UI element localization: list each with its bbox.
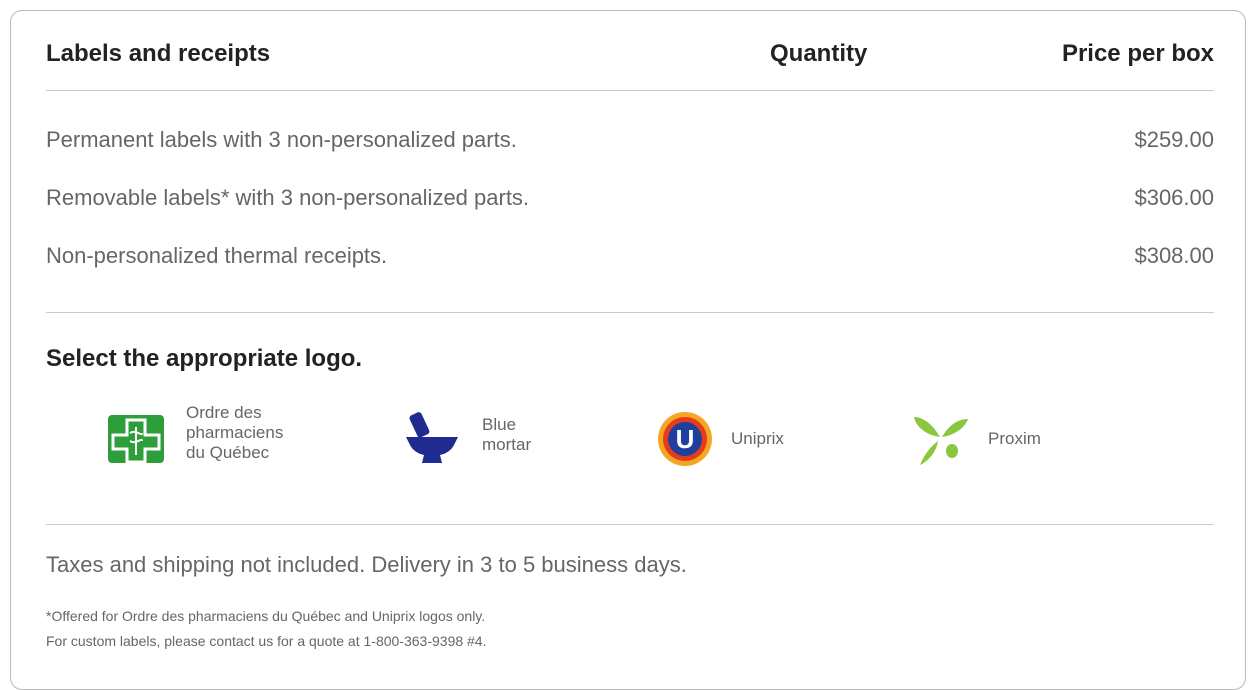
item-name: Non-personalized thermal receipts. [46, 243, 388, 268]
pharmacy-cross-icon [108, 415, 164, 464]
proxim-leaf-icon [914, 417, 968, 465]
logo-option-blue-mortar[interactable]: Blue mortar [404, 403, 604, 479]
item-price: $259.00 [1134, 127, 1214, 152]
item-price: $308.00 [1134, 243, 1214, 268]
mortar-pestle-icon [406, 412, 458, 463]
item-price: $306.00 [1134, 185, 1214, 210]
items-divider [46, 312, 1214, 313]
table-row: Non-personalized thermal receipts. $308.… [46, 243, 1214, 275]
table-header: Labels and receipts Quantity Price per b… [46, 40, 1214, 76]
logo-label: Proxim [988, 429, 1041, 448]
logo-label: Uniprix [731, 429, 784, 448]
logos-divider [46, 524, 1214, 525]
price-column-header: Price per box [1061, 40, 1214, 67]
contact-note: For custom labels, please contact us for… [46, 633, 487, 649]
logo-option-proxim[interactable]: Proxim [912, 403, 1112, 479]
logo-label: Blue mortar [482, 415, 532, 454]
logo-option-uniprix[interactable]: U Uniprix [657, 403, 857, 479]
footnote: *Offered for Ordre des pharmaciens du Qu… [46, 608, 486, 624]
table-row: Removable labels* with 3 non-personalize… [46, 185, 1214, 217]
logo-label: Ordre des pharmaciens du Québec [186, 403, 284, 462]
header-divider [46, 90, 1214, 91]
svg-text:U: U [676, 424, 695, 454]
logo-option-opq[interactable]: Ordre des pharmaciens du Québec [108, 403, 338, 479]
logo-section-title: Select the appropriate logo. [46, 345, 363, 372]
table-title: Labels and receipts [46, 40, 271, 67]
item-name: Removable labels* with 3 non-personalize… [46, 185, 530, 210]
item-name: Permanent labels with 3 non-personalized… [46, 127, 517, 152]
table-row: Permanent labels with 3 non-personalized… [46, 127, 1214, 159]
uniprix-logo-icon: U [658, 412, 712, 466]
shipping-note: Taxes and shipping not included. Deliver… [46, 552, 687, 577]
quantity-column-header: Quantity [770, 40, 868, 67]
